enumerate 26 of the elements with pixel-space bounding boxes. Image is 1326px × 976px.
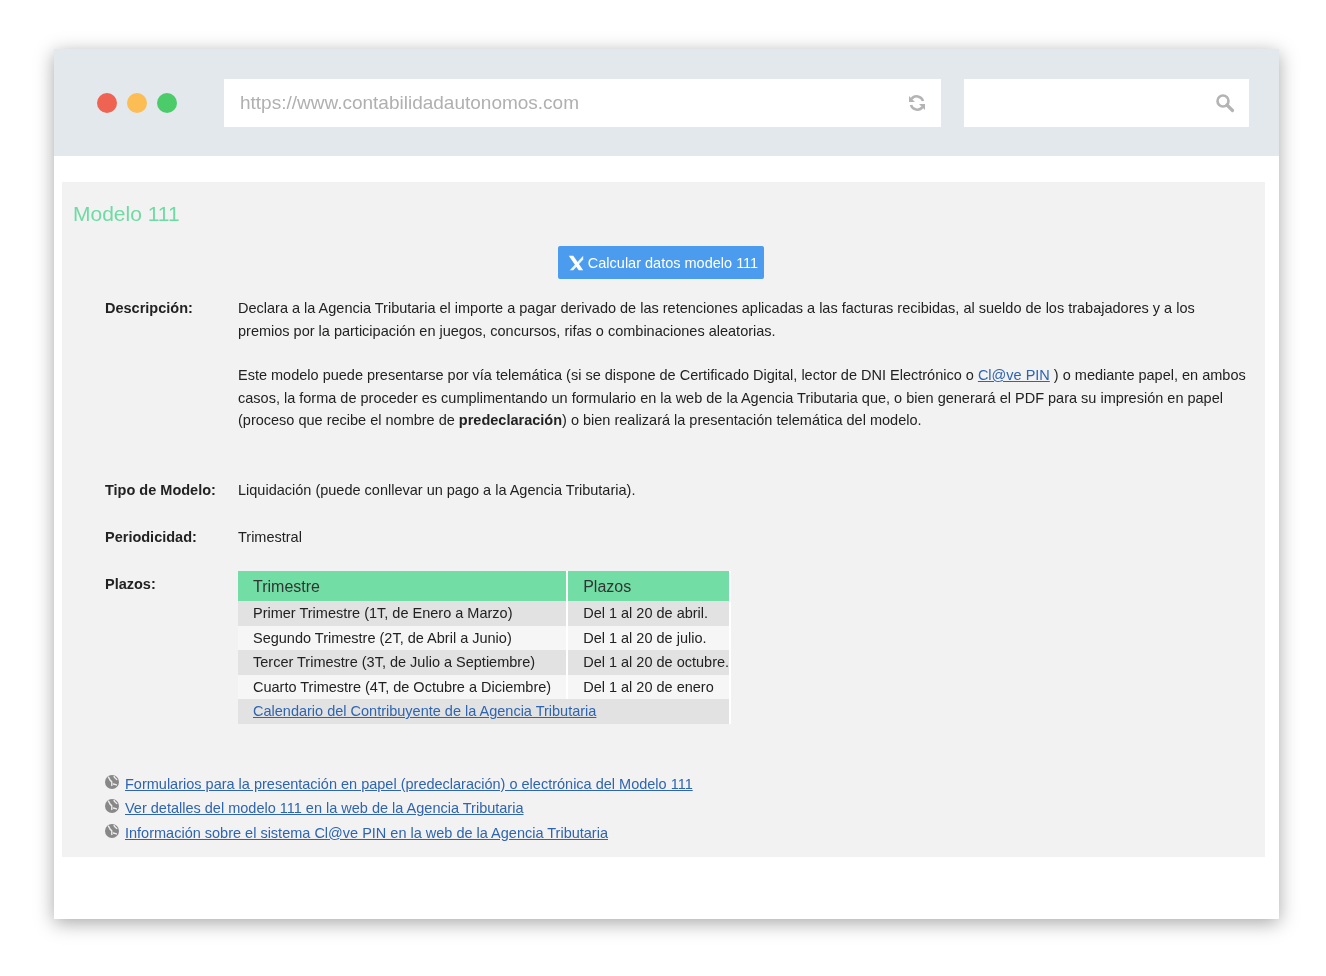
field-value: Liquidación (puede conllevar un pago a la Agencia Tributaria). bbox=[238, 480, 637, 500]
field-label: Periodicidad: bbox=[105, 527, 198, 547]
search-field[interactable] bbox=[964, 78, 1249, 127]
description-paragraph: Este modelo puede presentarse por vía telemática (si se dispone de Certificado Digital, lector de DNI Electrónico o Cl@ve PIN ) o mediante papel, en ambos casos, la forma de proceder es cumplimentando un formulario en la web de la Agencia Tributaria que, o bien generará el PDF para su impresión en papel (proceso que recibe el nombre de predeclaración) o bien realizará la presentación telemática del modelo. bbox=[238, 366, 1247, 430]
window-control-dot[interactable] bbox=[157, 92, 177, 113]
search-icon[interactable] bbox=[1215, 92, 1235, 113]
globe-icon bbox=[104, 798, 120, 814]
globe-icon bbox=[104, 773, 120, 790]
globe-icon bbox=[104, 822, 120, 839]
column-header: Trimestre bbox=[238, 570, 568, 601]
reload-icon[interactable] bbox=[907, 92, 927, 113]
window-control-dot[interactable] bbox=[127, 92, 147, 113]
field-value: Trimestral bbox=[238, 527, 303, 547]
description-paragraph: Declara a la Agencia Tributaria el importe a pagar derivado de las retenciones aplicadas a las facturas recibidas, al sueldo de los trabajadores y a los premios por la participación en juegos, concursos, rifas o combinaciones aleatorias. bbox=[238, 299, 1196, 341]
external-link[interactable]: Ver detalles del modelo 111 en la web de la Agencia Tributaria bbox=[125, 796, 524, 821]
external-link[interactable]: Formularios para la presentación en papel (predeclaración) o electrónica del Modelo 111 bbox=[125, 771, 693, 796]
page-title: Modelo 111 bbox=[73, 202, 181, 226]
window-control-dot[interactable] bbox=[97, 92, 117, 113]
field-label: Plazos: bbox=[105, 574, 157, 594]
link[interactable]: Cl@ve PIN bbox=[977, 367, 1050, 383]
field-label: Tipo de Modelo: bbox=[105, 480, 217, 500]
external-link[interactable]: Información sobre el sistema Cl@ve PIN en la web de la Agencia Tributaria bbox=[125, 820, 608, 845]
field-label: Descripción: bbox=[105, 299, 194, 318]
column-header: Plazos bbox=[567, 570, 731, 601]
url-text: https://www.contabilidadautonomos.com bbox=[240, 91, 579, 114]
calculate-button[interactable]: Calcular datos modelo 111 bbox=[557, 246, 765, 279]
